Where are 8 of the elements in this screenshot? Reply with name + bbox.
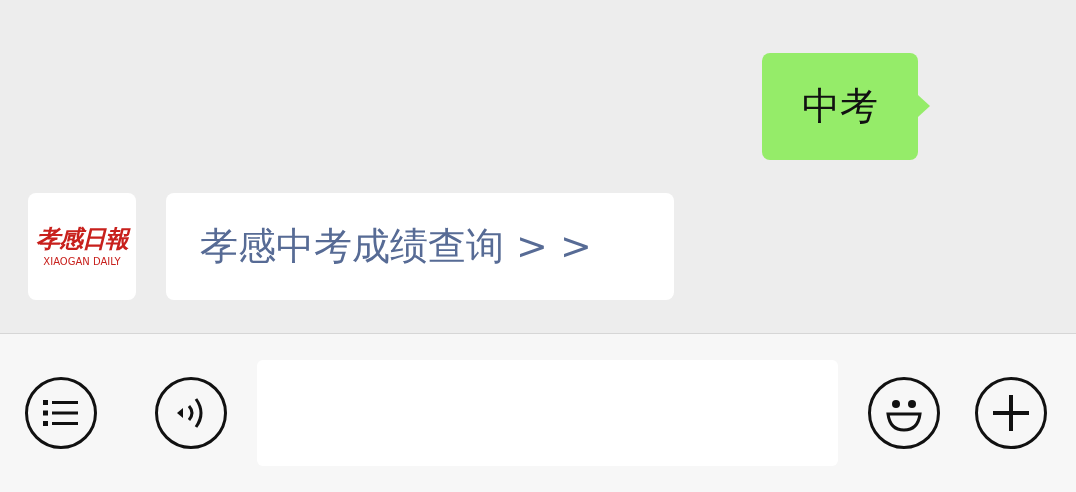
avatar[interactable]: 孝感日報 XIAOGAN DAILY [28, 193, 136, 300]
bubble-tail-icon [918, 95, 930, 117]
voice-icon[interactable] [155, 377, 227, 449]
message-bubble[interactable]: 孝感中考成绩查询 > > [166, 193, 674, 300]
emoji-icon[interactable] [868, 377, 940, 449]
menu-icon[interactable] [25, 377, 97, 449]
logo-subtitle: XIAOGAN DAILY [43, 256, 121, 267]
add-icon[interactable] [975, 377, 1047, 449]
